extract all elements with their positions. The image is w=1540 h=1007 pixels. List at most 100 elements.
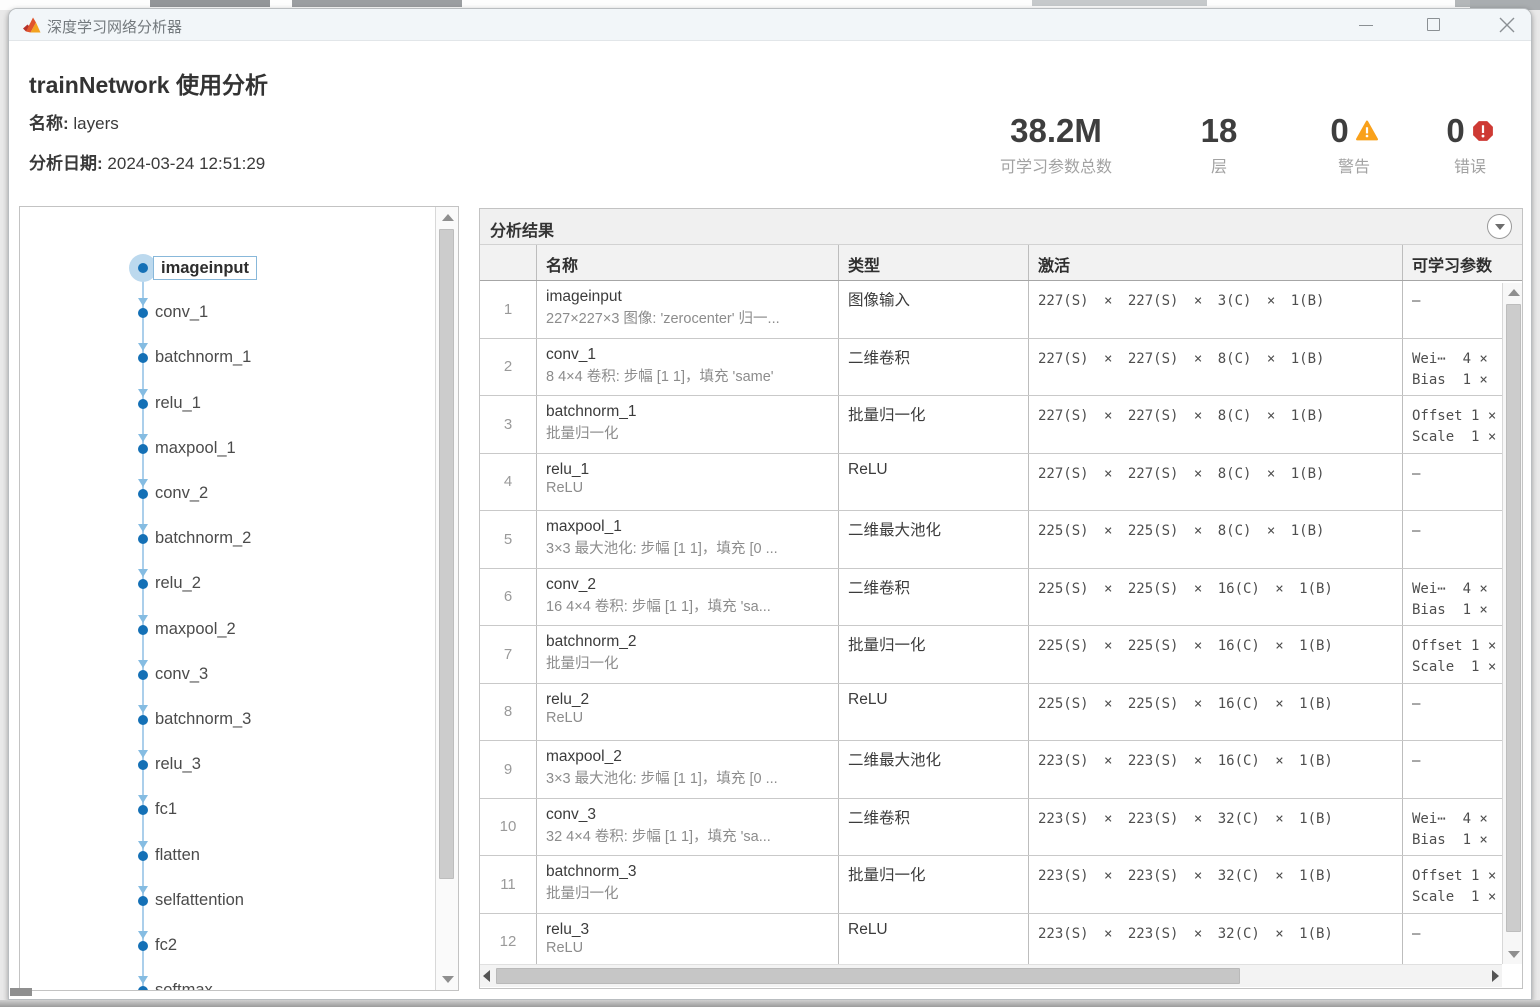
scrollbar-thumb[interactable] (439, 229, 454, 879)
layer-node-label-batchnorm_2[interactable]: batchnorm_2 (155, 527, 251, 549)
layer-node-label-relu_2[interactable]: relu_2 (155, 572, 201, 594)
layer-type: 批量归一化 (848, 403, 1028, 425)
learnable-params-value: Wei⋯ 4 × Bias 1 × (1412, 579, 1502, 621)
layer-node-label-relu_1[interactable]: relu_1 (155, 392, 201, 414)
layer-name-cell: conv_332 4×4 卷积: 步幅 [1 1]，填充 'sa... (537, 799, 839, 856)
layer-description: ReLU (546, 480, 838, 496)
layer-node-dot[interactable] (138, 851, 148, 861)
layer-node-dot[interactable] (138, 625, 148, 635)
scrollbar-thumb[interactable] (1506, 304, 1521, 932)
activations-value: 227(S) × 227(S) × 3(C) × 1(B) (1038, 291, 1402, 312)
layer-node-label-maxpool_1[interactable]: maxpool_1 (155, 437, 236, 459)
layer-name-cell: imageinput227×227×3 图像: 'zerocenter' 归一.… (537, 281, 839, 338)
table-row[interactable]: 5maxpool_13×3 最大池化: 步幅 [1 1]，填充 [0 ...二维… (480, 511, 1502, 569)
row-number: 1 (504, 301, 512, 318)
layer-node-label-fc1[interactable]: fc1 (155, 798, 177, 820)
layer-node-label-maxpool_2[interactable]: maxpool_2 (155, 618, 236, 640)
layer-node-dot[interactable] (138, 579, 148, 589)
layer-node-label-batchnorm_3[interactable]: batchnorm_3 (155, 708, 251, 730)
layer-node-dot[interactable] (138, 399, 148, 409)
table-row[interactable]: 10conv_332 4×4 卷积: 步幅 [1 1]，填充 'sa...二维卷… (480, 799, 1502, 857)
arrow-down-icon (138, 298, 148, 306)
layer-node-dot[interactable] (138, 308, 148, 318)
activations-cell: 225(S) × 225(S) × 16(C) × 1(B) (1029, 626, 1403, 683)
layer-node-label-conv_2[interactable]: conv_2 (155, 482, 208, 504)
layer-node-dot[interactable] (138, 670, 148, 680)
layer-description: 批量归一化 (546, 422, 838, 443)
layer-node-label-relu_3[interactable]: relu_3 (155, 753, 201, 775)
stat-value: 0 (1446, 112, 1464, 150)
arrow-down-icon (138, 615, 148, 623)
row-number-cell: 11 (480, 856, 537, 913)
stat-value: 38.2M (1010, 112, 1102, 150)
row-number: 6 (504, 588, 512, 605)
table-row[interactable]: 4relu_1ReLUReLU227(S) × 227(S) × 8(C) × … (480, 454, 1502, 512)
layer-node-dot[interactable] (138, 941, 148, 951)
close-button[interactable] (1484, 9, 1530, 41)
row-number: 7 (504, 646, 512, 663)
layer-description: 8 4×4 卷积: 步幅 [1 1]，填充 'same' (546, 365, 838, 386)
layer-node-dot[interactable] (138, 896, 148, 906)
scroll-right-icon[interactable] (1492, 970, 1499, 982)
layer-node-label-fc2[interactable]: fc2 (155, 934, 177, 956)
titlebar: 深度学习网络分析器 (9, 9, 1531, 41)
layer-node-label-selfattention[interactable]: selfattention (155, 889, 244, 911)
table-row[interactable]: 8relu_2ReLUReLU225(S) × 225(S) × 16(C) ×… (480, 684, 1502, 742)
layer-node-label-softmax[interactable]: softmax (155, 979, 213, 990)
table-row[interactable]: 6conv_216 4×4 卷积: 步幅 [1 1]，填充 'sa...二维卷积… (480, 569, 1502, 627)
layer-node-dot[interactable] (138, 444, 148, 454)
scroll-down-icon[interactable] (442, 976, 454, 983)
learnable-params-cell: Offset 1 × Scale 1 × (1403, 856, 1502, 913)
page-title: trainNetwork 使用分析 (29, 66, 268, 100)
table-row[interactable]: 3batchnorm_1批量归一化批量归一化227(S) × 227(S) × … (480, 396, 1502, 454)
scroll-left-icon[interactable] (483, 970, 490, 982)
layer-node-dot[interactable] (138, 715, 148, 725)
collapse-results-button[interactable] (1487, 214, 1512, 239)
minimize-button[interactable] (1343, 9, 1389, 41)
layer-node-dot[interactable] (138, 353, 148, 363)
layer-name: conv_2 (546, 576, 838, 594)
layer-node-dot[interactable] (138, 263, 148, 273)
table-row[interactable]: 1 imageinput227×227×3 图像: 'zerocenter' 归一… (480, 281, 1502, 339)
maximize-button[interactable] (1411, 9, 1457, 41)
activations-cell: 225(S) × 225(S) × 16(C) × 1(B) (1029, 569, 1403, 626)
learnable-params-cell: – (1403, 914, 1502, 965)
table-horizontal-scrollbar[interactable] (480, 964, 1502, 987)
layer-node-dot[interactable] (138, 986, 148, 990)
layer-node-label-conv_3[interactable]: conv_3 (155, 663, 208, 685)
table-row[interactable]: 2conv_18 4×4 卷积: 步幅 [1 1]，填充 'same'二维卷积2… (480, 339, 1502, 397)
table-row[interactable]: 12relu_3ReLUReLU223(S) × 223(S) × 32(C) … (480, 914, 1502, 965)
stat-label: 错误 (1414, 153, 1526, 177)
network-name-field: 名称: layers (29, 109, 119, 134)
row-number-cell: 7 (480, 626, 537, 683)
scrollbar-thumb[interactable] (496, 968, 1240, 984)
row-number: 4 (504, 473, 512, 490)
layer-node-label-flatten[interactable]: flatten (155, 844, 200, 866)
table-row[interactable]: 9maxpool_23×3 最大池化: 步幅 [1 1]，填充 [0 ...二维… (480, 741, 1502, 799)
results-header-bar: 分析结果 (480, 209, 1522, 245)
layer-node-dot[interactable] (138, 534, 148, 544)
layer-node-dot[interactable] (138, 489, 148, 499)
layer-node-label-conv_1[interactable]: conv_1 (155, 301, 208, 323)
layer-node-dot[interactable] (138, 760, 148, 770)
table-row[interactable]: 11batchnorm_3批量归一化批量归一化223(S) × 223(S) ×… (480, 856, 1502, 914)
scroll-up-icon[interactable] (442, 214, 454, 221)
table-vertical-scrollbar[interactable] (1502, 283, 1523, 964)
layer-type: ReLU (848, 921, 1028, 939)
graph-vertical-scrollbar[interactable] (435, 207, 458, 990)
layer-type-cell: ReLU (839, 914, 1029, 965)
scroll-up-icon[interactable] (1508, 289, 1520, 296)
layer-node-label-batchnorm_1[interactable]: batchnorm_1 (155, 346, 251, 368)
learnable-params-cell: Offset 1 × Scale 1 × (1403, 626, 1502, 683)
activations-value: 223(S) × 223(S) × 32(C) × 1(B) (1038, 809, 1402, 830)
layer-node-dot[interactable] (138, 805, 148, 815)
layer-node-label-imageinput[interactable]: imageinput (153, 256, 257, 280)
table-row[interactable]: 7batchnorm_2批量归一化批量归一化225(S) × 225(S) × … (480, 626, 1502, 684)
learnable-params-value: Wei⋯ 4 × Bias 1 × (1412, 809, 1502, 851)
learnable-params-value: Offset 1 × Scale 1 × (1412, 636, 1502, 678)
window-shadow (0, 1000, 1540, 1007)
scroll-down-icon[interactable] (1508, 951, 1520, 958)
row-number: 10 (500, 818, 517, 835)
arrow-down-icon (138, 705, 148, 713)
layer-type-cell: 图像输入 (839, 281, 1029, 338)
